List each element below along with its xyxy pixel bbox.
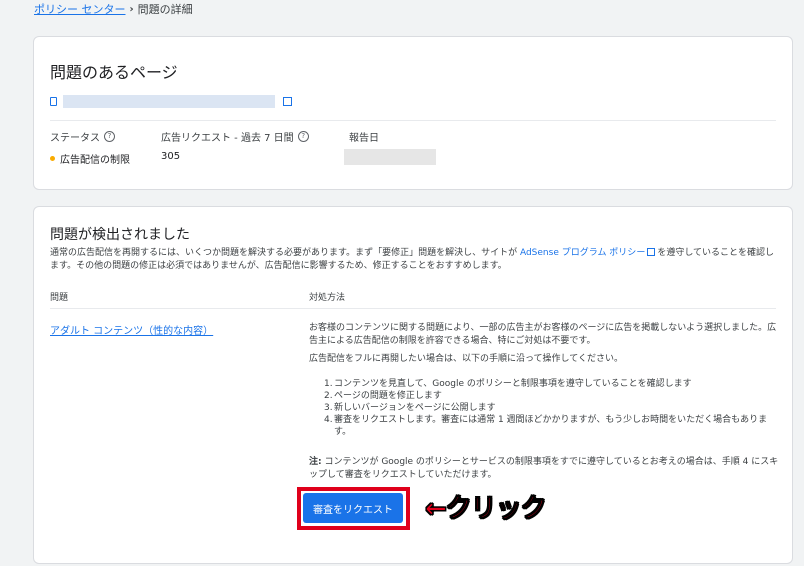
ad-requests-value: 305 [161,151,181,162]
list-item: 2. ページの問題を修正します [324,391,442,401]
open-in-new-icon[interactable] [283,96,292,106]
status-label: ステータス ? [50,129,115,144]
open-in-new-icon [647,248,656,256]
issues-card: 問題が検出されました 通常の広告配信を再開するには、いくつか問題を解決する必要が… [33,206,793,564]
list-item: 3. 新しいバージョンをページに公開します [324,403,496,413]
list-item: 1. コンテンツを見直して、Google のポリシーと制限事項を遵守していることを… [324,379,692,389]
chevron-right-icon: › [129,4,134,15]
solution-note: 注: コンテンツが Google のポリシーとサービスの制限事項をすでに遵守して… [309,457,779,480]
solution-instruction: 広告配信をフルに再開したい場合は、以下の手順に沿って操作してください。 [309,354,624,364]
list-item: 4. 審査をリクエストします。審査には通常 1 週間ほどかかりますが、もう少しお時… [324,415,768,437]
divider [50,120,776,121]
click-annotation: ←クリック [425,494,548,525]
divider [50,308,776,309]
issues-title: 問題が検出されました [50,227,190,243]
ad-requests-label: 広告リクエスト - 過去 7 日間 ? [161,129,309,144]
help-icon[interactable]: ? [297,131,309,142]
adsense-policy-link[interactable]: AdSense プログラム ポリシー [520,248,645,258]
report-date-redacted [344,149,436,165]
warning-dot-icon [50,156,55,161]
problem-page-card: 問題のあるページ ステータス ? 広告リクエスト - 過去 7 日間 ? 報告日… [33,36,793,190]
page-url-row [50,94,292,108]
report-date-label: 報告日 [349,133,379,144]
solution-steps: 1. コンテンツを見直して、Google のポリシーと制限事項を遵守していることを… [324,378,779,438]
breadcrumb-policy-center-link[interactable]: ポリシー センター [34,3,126,17]
document-icon [50,96,57,106]
page-url-redacted [63,94,275,108]
column-header-action: 対処方法 [309,293,346,303]
policy-center-page: ポリシー センター › 問題の詳細 問題のあるページ ステータス ? 広告リクエ… [0,0,804,566]
adult-content-issue-link[interactable]: アダルト コンテンツ（性的な内容） [50,322,213,337]
request-review-button[interactable]: 審査をリクエスト [303,493,403,523]
solution-paragraph: お客様のコンテンツに関する問題により、一部の広告主がお客様のページに広告を掲載し… [309,323,777,346]
column-header-issue: 問題 [50,293,69,303]
problem-page-title: 問題のあるページ [50,63,178,82]
issues-intro: 通常の広告配信を再開するには、いくつか問題を解決する必要があります。まず「要修正… [50,248,775,271]
breadcrumb-current: 問題の詳細 [137,3,193,16]
breadcrumb: ポリシー センター › 問題の詳細 [34,3,193,17]
help-icon[interactable]: ? [104,131,115,142]
status-value: 広告配信の制限 [50,151,130,166]
